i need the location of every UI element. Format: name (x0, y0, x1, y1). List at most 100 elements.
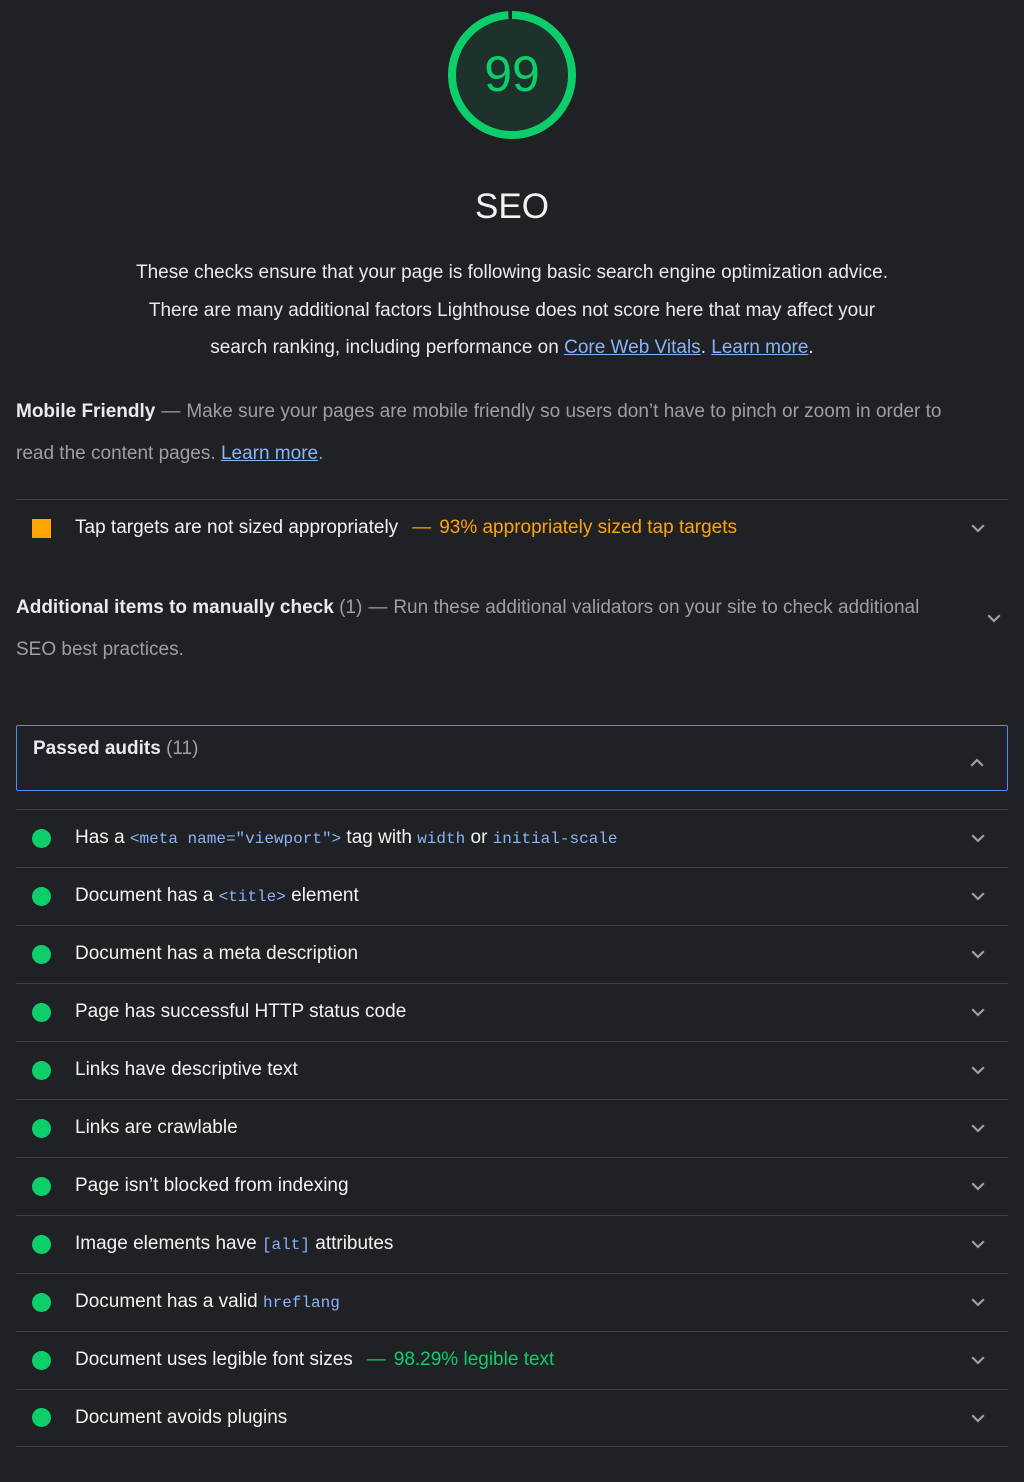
audit-title: Document uses legible font sizes (75, 1349, 353, 1371)
audit-title-text: Links have descriptive text (75, 1059, 298, 1080)
audit-value-text: 93% appropriately sized tap targets (439, 517, 738, 538)
chevron-down-icon[interactable] (968, 886, 988, 906)
audit-title: Document has a meta description (75, 943, 358, 965)
lighthouse-seo-report: 99 SEO These checks ensure that your pag… (0, 0, 1024, 1447)
passed-audits-label: Passed audits (33, 737, 161, 759)
audit-row[interactable]: Image elements have [alt] attributes (16, 1214, 1008, 1273)
circle-pass-icon (32, 1176, 51, 1196)
audit-row[interactable]: Document avoids plugins (16, 1388, 1008, 1447)
group-manual-check[interactable]: Additional items to manually check (1) — R… (0, 587, 1024, 671)
audit-title: Links are crawlable (75, 1117, 238, 1139)
audit-title: Document has a valid hreflang (75, 1291, 340, 1313)
chevron-down-icon[interactable] (968, 1350, 988, 1370)
circle-pass-icon (32, 1292, 51, 1312)
learn-more-link[interactable]: Learn more (711, 337, 808, 358)
score-gauge-section: 99 SEO (0, 0, 1024, 224)
audit-title-code: <meta name="viewport"> (129, 830, 342, 848)
chevron-down-icon[interactable] (968, 1176, 988, 1196)
description-separator: . (700, 337, 712, 358)
chevron-up-icon[interactable] (967, 752, 987, 772)
audit-value-dash: — (412, 517, 432, 538)
passed-audits-count: (11) (166, 737, 199, 759)
circle-pass-icon (32, 1060, 51, 1080)
seo-score-gauge[interactable]: 99 (444, 7, 580, 143)
audit-title-text: Document has a (75, 885, 219, 906)
chevron-down-icon[interactable] (968, 1408, 988, 1428)
gauge-score-value: 99 (484, 46, 540, 102)
audit-title: Has a <meta name="viewport"> tag with wi… (75, 827, 618, 849)
chevron-down-icon[interactable] (968, 518, 988, 538)
audit-row[interactable]: Page has successful HTTP status code (16, 982, 1008, 1041)
audit-title-text: element (285, 885, 359, 906)
group-dash: — (161, 400, 181, 422)
chevron-down-icon[interactable] (984, 608, 1004, 628)
circle-pass-icon (32, 1118, 51, 1138)
core-web-vitals-link[interactable]: Core Web Vitals (564, 337, 701, 358)
audit-value: — 98.29% legible text (367, 1349, 555, 1371)
audit-row[interactable]: Page isn’t blocked from indexing (16, 1156, 1008, 1215)
circle-pass-icon (32, 944, 51, 964)
audit-title-text: attributes (309, 1233, 394, 1254)
audit-title-text: or (465, 827, 493, 848)
manual-group-title: Additional items to manually check (16, 596, 334, 618)
category-description: These checks ensure that your page is fo… (132, 254, 892, 367)
audit-row[interactable]: Document uses legible font sizes — 98.29% … (16, 1330, 1008, 1389)
circle-pass-icon (32, 1408, 51, 1427)
category-title: SEO (475, 187, 549, 226)
audit-title-text: Page has successful HTTP status code (75, 1001, 407, 1022)
manual-group-count: (1) (339, 596, 363, 618)
group-learn-more-link[interactable]: Learn more (221, 443, 318, 464)
audit-row[interactable]: Has a <meta name="viewport"> tag with wi… (16, 808, 1008, 867)
chevron-down-icon[interactable] (968, 828, 988, 848)
manual-group-dash: — (368, 596, 388, 618)
passed-audits-list: Has a <meta name="viewport"> tag with wi… (0, 808, 1024, 1447)
chevron-down-icon[interactable] (968, 1292, 988, 1312)
audit-title-text: Image elements have (75, 1233, 262, 1254)
audit-row[interactable]: Document has a <title> element (16, 866, 1008, 925)
audit-title-text: Page isn’t blocked from indexing (75, 1175, 349, 1196)
audit-row[interactable]: Document has a valid hreflang (16, 1272, 1008, 1331)
circle-pass-icon (32, 828, 51, 848)
circle-pass-icon (32, 1350, 51, 1370)
description-period: . (808, 337, 814, 358)
audit-title: Links have descriptive text (75, 1059, 298, 1081)
audit-title: Tap targets are not sized appropriately (75, 517, 399, 538)
circle-pass-icon (32, 886, 51, 906)
passed-audits-toggle[interactable]: Passed audits (11) (16, 724, 1008, 791)
chevron-down-icon[interactable] (968, 1234, 988, 1254)
chevron-down-icon[interactable] (968, 1002, 988, 1022)
audit-title-text: tag with (341, 827, 418, 848)
audit-row-tap-targets[interactable]: Tap targets are not sized appropriately … (16, 498, 1008, 557)
group-description-b: . (318, 442, 324, 464)
audit-title-text: Has a (75, 827, 130, 848)
group-title: Mobile Friendly (16, 400, 156, 422)
group-mobile-friendly: Mobile Friendly — Make sure your pages are… (0, 391, 1024, 475)
audit-title-code: <title> (218, 888, 286, 906)
audit-title-code: [alt] (261, 1236, 310, 1254)
chevron-down-icon[interactable] (968, 1118, 988, 1138)
group-manual-check-header: Additional items to manually check (1) — R… (16, 587, 1008, 671)
group-mobile-friendly-header: Mobile Friendly — Make sure your pages are… (16, 391, 1008, 475)
circle-pass-icon (32, 1002, 51, 1022)
audit-value: — 93% appropriately sized tap targets (412, 517, 737, 539)
audit-title-code: initial-scale (492, 830, 618, 848)
audit-title-text: Document has a meta description (75, 943, 359, 964)
audit-row[interactable]: Links are crawlable (16, 1098, 1008, 1157)
audit-title: Image elements have [alt] attributes (75, 1233, 393, 1255)
audit-title: Page isn’t blocked from indexing (75, 1175, 349, 1197)
audit-row[interactable]: Links have descriptive text (16, 1040, 1008, 1099)
audit-title-text: Document uses legible font sizes (75, 1349, 353, 1370)
circle-pass-icon (32, 1234, 51, 1254)
audit-title-code: width (417, 830, 466, 848)
chevron-down-icon[interactable] (968, 1060, 988, 1080)
audit-title-code: hreflang (263, 1294, 340, 1312)
audit-value-dash: — (366, 1349, 386, 1370)
chevron-down-icon[interactable] (968, 944, 988, 964)
audit-title-text: Document has a valid (75, 1291, 263, 1312)
audit-title-text: Links are crawlable (75, 1117, 238, 1138)
audit-row[interactable]: Document has a meta description (16, 924, 1008, 983)
audit-value-text: 98.29% legible text (393, 1349, 555, 1370)
audit-title: Page has successful HTTP status code (75, 1001, 406, 1023)
audit-title-text: Document avoids plugins (75, 1406, 288, 1428)
audit-title: Document has a <title> element (75, 885, 359, 907)
